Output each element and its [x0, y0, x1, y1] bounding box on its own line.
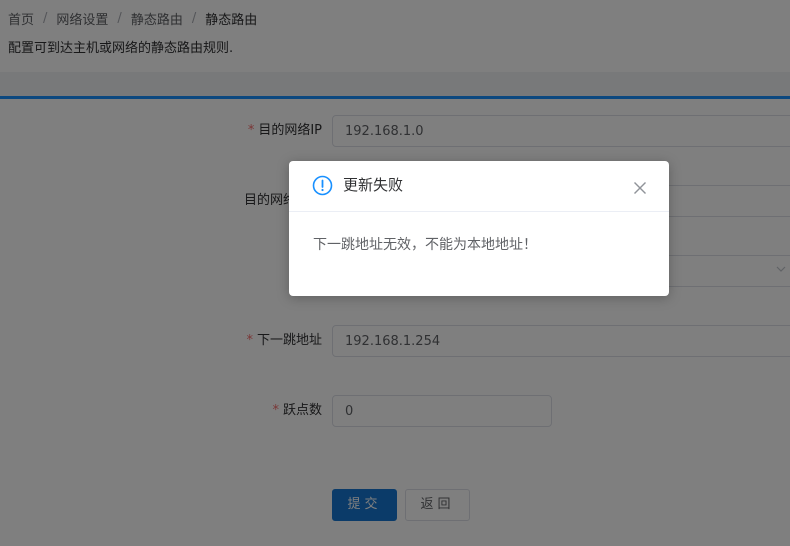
- close-icon[interactable]: [633, 181, 647, 195]
- info-circle-icon: [312, 175, 333, 196]
- dialog-message: 下一跳地址无效，不能为本地地址！: [313, 237, 537, 253]
- dialog-header: 更新失败: [289, 161, 669, 212]
- error-dialog: 更新失败 下一跳地址无效，不能为本地地址！: [289, 161, 669, 296]
- dialog-title: 更新失败: [343, 176, 404, 194]
